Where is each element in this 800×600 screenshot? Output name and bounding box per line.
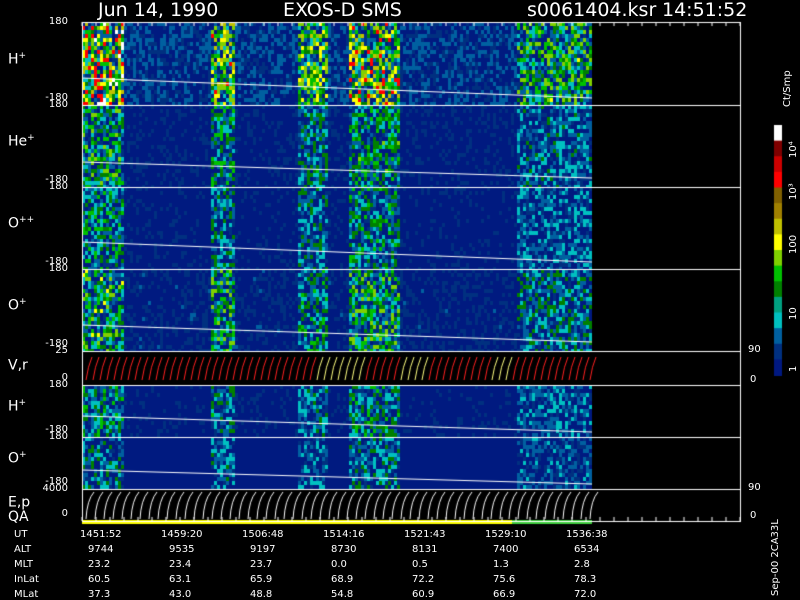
qa-label: QA xyxy=(8,509,29,525)
cell-3-2: 0.0 xyxy=(331,559,347,570)
cell-5-0: 1529:10 xyxy=(485,529,527,540)
cell-1-1: 9535 xyxy=(169,544,195,555)
panel-right-bot-4: 0 xyxy=(750,374,757,385)
cell-3-4: 54.8 xyxy=(331,589,354,600)
panel-top-tick-0: 180 xyxy=(48,16,68,27)
cell-4-3: 72.2 xyxy=(412,574,435,585)
row-label-alt: ALT xyxy=(14,544,32,555)
row-label-inlat: InLat xyxy=(14,574,39,585)
cell-2-0: 1506:48 xyxy=(242,529,284,540)
panel-top-tick-4: 25 xyxy=(55,345,68,356)
instrument-title: EXOS-D SMS xyxy=(283,0,402,21)
panel-top-tick-6: 180 xyxy=(48,431,68,442)
spectrogram-canvas xyxy=(0,0,800,600)
cell-2-1: 9197 xyxy=(250,544,276,555)
cell-4-1: 8131 xyxy=(412,544,438,555)
panel-top-tick-3: 180 xyxy=(48,263,68,274)
row-label-mlt: MLT xyxy=(14,559,33,570)
cell-4-0: 1521:43 xyxy=(404,529,446,540)
cell-5-3: 75.6 xyxy=(493,574,516,585)
filename-title: s0061404.ksr xyxy=(527,0,657,21)
cell-4-2: 0.5 xyxy=(412,559,428,570)
cell-5-4: 66.9 xyxy=(493,589,516,600)
cell-3-1: 8730 xyxy=(331,544,357,555)
cell-3-3: 68.9 xyxy=(331,574,354,585)
cell-0-1: 9744 xyxy=(88,544,114,555)
colorbar-tick-3: 10 xyxy=(788,307,799,320)
time-title: 14:51:52 xyxy=(662,0,748,21)
cell-2-2: 23.7 xyxy=(250,559,273,570)
panel-right-top-4: 90 xyxy=(748,344,761,355)
panel-label-7: E,p xyxy=(8,494,31,511)
panel-bot-tick-7: 0 xyxy=(61,508,68,519)
cell-1-0: 1459:20 xyxy=(161,529,203,540)
panel-label-2: O++ xyxy=(8,215,35,232)
row-label-ut: UT xyxy=(14,529,28,540)
panel-right-top-7: 90 xyxy=(748,482,761,493)
cell-6-3: 78.3 xyxy=(574,574,597,585)
cell-0-3: 60.5 xyxy=(88,574,111,585)
panel-top-tick-5: 180 xyxy=(48,379,68,390)
panel-label-0: H+ xyxy=(8,50,27,68)
cell-0-4: 37.3 xyxy=(88,589,111,600)
cell-1-2: 23.4 xyxy=(169,559,192,570)
cell-0-2: 23.2 xyxy=(88,559,111,570)
cell-6-2: 2.8 xyxy=(574,559,590,570)
panel-top-tick-7: 4000 xyxy=(42,483,68,494)
cell-5-2: 1.3 xyxy=(493,559,509,570)
cell-1-3: 63.1 xyxy=(169,574,192,585)
cell-2-4: 48.8 xyxy=(250,589,273,600)
colorbar-tick-0: 10⁴ xyxy=(788,141,799,158)
colorbar-unit: Ct/Smp xyxy=(782,70,793,107)
colorbar-tick-4: 1 xyxy=(788,365,799,372)
panel-top-tick-2: 180 xyxy=(48,181,68,192)
cell-6-1: 6534 xyxy=(574,544,600,555)
cell-2-3: 65.9 xyxy=(250,574,273,585)
panel-label-1: He+ xyxy=(8,133,35,150)
panel-right-bot-7: 0 xyxy=(750,510,757,521)
date-title: Jun 14, 1990 xyxy=(98,0,219,21)
colorbar-tick-1: 10³ xyxy=(788,183,799,200)
footer-code: Sep-00 2CA33L xyxy=(770,519,781,596)
row-label-mlat: MLat xyxy=(14,589,39,600)
cell-4-4: 60.9 xyxy=(412,589,435,600)
cell-0-0: 1451:52 xyxy=(80,529,122,540)
cell-1-4: 43.0 xyxy=(169,589,192,600)
cell-6-0: 1536:38 xyxy=(566,529,608,540)
panel-label-5: H+ xyxy=(8,398,27,415)
cell-3-0: 1514:16 xyxy=(323,529,365,540)
cell-5-1: 7400 xyxy=(493,544,519,555)
panel-top-tick-1: 180 xyxy=(48,99,68,110)
panel-label-4: V,r xyxy=(8,357,28,374)
colorbar-tick-2: 100 xyxy=(788,234,799,254)
panel-label-3: O+ xyxy=(8,297,27,314)
panel-label-6: O+ xyxy=(8,450,27,467)
cell-6-4: 72.0 xyxy=(574,589,597,600)
